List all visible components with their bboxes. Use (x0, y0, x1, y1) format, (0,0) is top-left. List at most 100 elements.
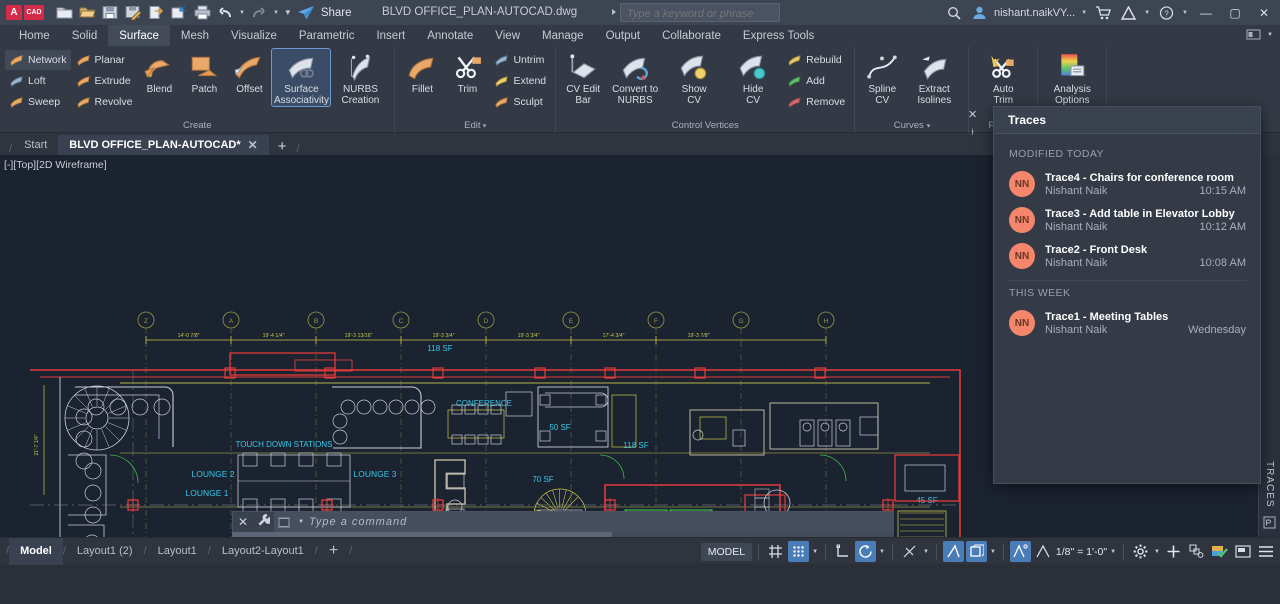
undo-icon[interactable] (215, 3, 235, 22)
command-input[interactable]: ▼ Type a command (274, 512, 893, 532)
ribbon-tab-solid[interactable]: Solid (61, 25, 109, 46)
customize-qat-icon[interactable]: ▼ (283, 8, 293, 17)
ribbon-display-options[interactable]: ▼ (1246, 29, 1274, 41)
customization-menu-icon[interactable] (1255, 541, 1276, 562)
traces-panel[interactable]: Traces MODIFIED TODAYNNTrace4 - Chairs f… (993, 106, 1261, 484)
workspace-gear-icon[interactable] (1130, 541, 1151, 562)
command-options-chevron-icon[interactable]: ▼ (297, 519, 305, 525)
ribbon-button-show-cv[interactable]: Show CV (665, 49, 723, 106)
ribbon-button-untrim[interactable]: Untrim (490, 50, 550, 70)
isolate-objects-icon[interactable] (1186, 541, 1207, 562)
snap-settings-chevron-icon[interactable]: ▼ (811, 549, 819, 555)
osnap-tracking-chevron-icon[interactable]: ▼ (922, 549, 930, 555)
ribbon-button-offset[interactable]: Offset (227, 49, 271, 95)
save-icon[interactable] (100, 3, 120, 22)
autocad-logo[interactable]: A CAD (6, 5, 44, 20)
ribbon-button-hide-cv[interactable]: Hide CV (724, 49, 782, 106)
panel-expand-chevron-icon[interactable] (926, 124, 930, 127)
ribbon-button-analysis-options[interactable]: Analysis Options (1043, 49, 1101, 106)
workspace-chevron-icon[interactable]: ▼ (1153, 549, 1161, 555)
close-button[interactable]: ✕ (1252, 0, 1276, 25)
layout-tab-layout1[interactable]: Layout1 (147, 538, 208, 565)
layout-tab-layout1-2[interactable]: Layout1 (2) (66, 538, 144, 565)
ribbon-button-remove[interactable]: Remove (783, 92, 849, 112)
object-snap-toggle[interactable] (943, 541, 964, 562)
polar-tracking-toggle[interactable] (855, 541, 876, 562)
anchor-icon[interactable]: ⟊ (971, 127, 974, 138)
trace-list-item[interactable]: NNTrace2 - Front DeskNishant Naik10:08 A… (994, 238, 1260, 274)
ribbon-tab-collaborate[interactable]: Collaborate (651, 25, 732, 46)
redo-icon[interactable] (249, 3, 269, 22)
trace-list-item[interactable]: NNTrace4 - Chairs for conference roomNis… (994, 166, 1260, 202)
ribbon-button-nurbs-creation[interactable]: NURBS Creation (331, 49, 389, 106)
viewport-control-label[interactable]: [-][Top][2D Wireframe] (4, 159, 107, 171)
trace-list-item[interactable]: NNTrace3 - Add table in Elevator LobbyNi… (994, 202, 1260, 238)
ribbon-button-planar[interactable]: Planar (72, 50, 137, 70)
ribbon-tab-annotate[interactable]: Annotate (416, 25, 484, 46)
close-icon[interactable]: ✕ (233, 515, 253, 529)
autoscale-toggle[interactable] (1033, 541, 1054, 562)
minimize-button[interactable]: — (1194, 0, 1218, 25)
help-menu-chevron-icon[interactable]: ▼ (1181, 10, 1189, 16)
ribbon-button-loft[interactable]: Loft (5, 71, 71, 91)
ribbon-button-surface-associativity[interactable]: Surface Associativity (272, 49, 330, 106)
trace-list-item[interactable]: NNTrace1 - Meeting TablesNishant NaikWed… (994, 305, 1260, 341)
file-tab-start[interactable]: Start (13, 135, 58, 155)
new-file-icon[interactable] (54, 3, 74, 22)
grid-display-toggle[interactable] (765, 541, 786, 562)
layout-tab-model[interactable]: Model (9, 538, 63, 565)
autodesk-store-icon[interactable] (1093, 3, 1113, 22)
ribbon-button-trim[interactable]: Trim (445, 49, 489, 95)
ribbon-tab-manage[interactable]: Manage (531, 25, 595, 46)
ribbon-button-revolve[interactable]: Revolve (72, 92, 137, 112)
redo-dropdown-icon[interactable]: ▼ (272, 10, 280, 16)
open-file-icon[interactable] (77, 3, 97, 22)
command-scrollbar[interactable] (232, 532, 894, 537)
add-layout-button[interactable]: + (318, 538, 349, 565)
ribbon-tab-home[interactable]: Home (8, 25, 61, 46)
ribbon-button-fillet[interactable]: Fillet (400, 49, 444, 95)
ribbon-tab-express-tools[interactable]: Express Tools (732, 25, 825, 46)
ribbon-button-extract-isolines[interactable]: Extract Isolines (905, 49, 963, 106)
annotation-scale-label[interactable]: 1/8" = 1'-0" (1056, 546, 1107, 558)
ribbon-button-cv-edit-bar[interactable]: CV Edit Bar (561, 49, 605, 106)
user-account-menu[interactable]: nishant.naikVY... (994, 7, 1075, 19)
panel-expand-chevron-icon[interactable] (483, 124, 487, 127)
undo-dropdown-icon[interactable]: ▼ (238, 10, 246, 16)
search-box[interactable] (620, 3, 780, 22)
document-dropdown-icon[interactable] (612, 9, 616, 15)
app-menu-chevron-icon[interactable]: ▼ (1143, 10, 1151, 16)
ribbon-tab-mesh[interactable]: Mesh (170, 25, 220, 46)
search-icon[interactable] (944, 3, 964, 22)
command-line[interactable]: ✕ ▼ Type a command (232, 511, 894, 533)
maximize-button[interactable]: ▢ (1223, 0, 1247, 25)
hardware-acceleration-icon[interactable] (1163, 541, 1184, 562)
ribbon-button-sculpt[interactable]: Sculpt (490, 92, 550, 112)
new-tab-button[interactable]: + (269, 138, 296, 155)
help-icon[interactable]: ? (1156, 3, 1176, 22)
layout-tab-layout2-layout1[interactable]: Layout2-Layout1 (211, 538, 315, 565)
ribbon-tab-insert[interactable]: Insert (365, 25, 416, 46)
print-icon[interactable] (192, 3, 212, 22)
export-icon[interactable] (146, 3, 166, 22)
user-menu-chevron-icon[interactable]: ▼ (1080, 10, 1088, 16)
close-icon[interactable]: ✕ (968, 108, 977, 121)
ribbon-button-blend[interactable]: Blend (137, 49, 181, 95)
ribbon-tab-surface[interactable]: Surface (108, 25, 170, 46)
ribbon-button-network[interactable]: Network (5, 50, 71, 70)
ribbon-button-rebuild[interactable]: Rebuild (783, 50, 849, 70)
snap-mode-toggle[interactable] (788, 541, 809, 562)
ribbon-tab-parametric[interactable]: Parametric (288, 25, 366, 46)
ribbon-button-auto-trim[interactable]: Auto Trim (974, 49, 1032, 106)
ribbon-button-patch[interactable]: Patch (182, 49, 226, 95)
object-snap-tracking-toggle[interactable] (899, 541, 920, 562)
clean-screen-icon[interactable] (1232, 541, 1253, 562)
ribbon-tab-view[interactable]: View (484, 25, 531, 46)
model-space-button[interactable]: MODEL (701, 543, 752, 561)
trace-status-icon[interactable] (1209, 541, 1230, 562)
ribbon-button-extrude[interactable]: Extrude (72, 71, 137, 91)
ribbon-tab-visualize[interactable]: Visualize (220, 25, 288, 46)
ribbon-button-extend[interactable]: Extend (490, 71, 550, 91)
ribbon-button-sweep[interactable]: Sweep (5, 92, 71, 112)
save-as-icon[interactable] (123, 3, 143, 22)
